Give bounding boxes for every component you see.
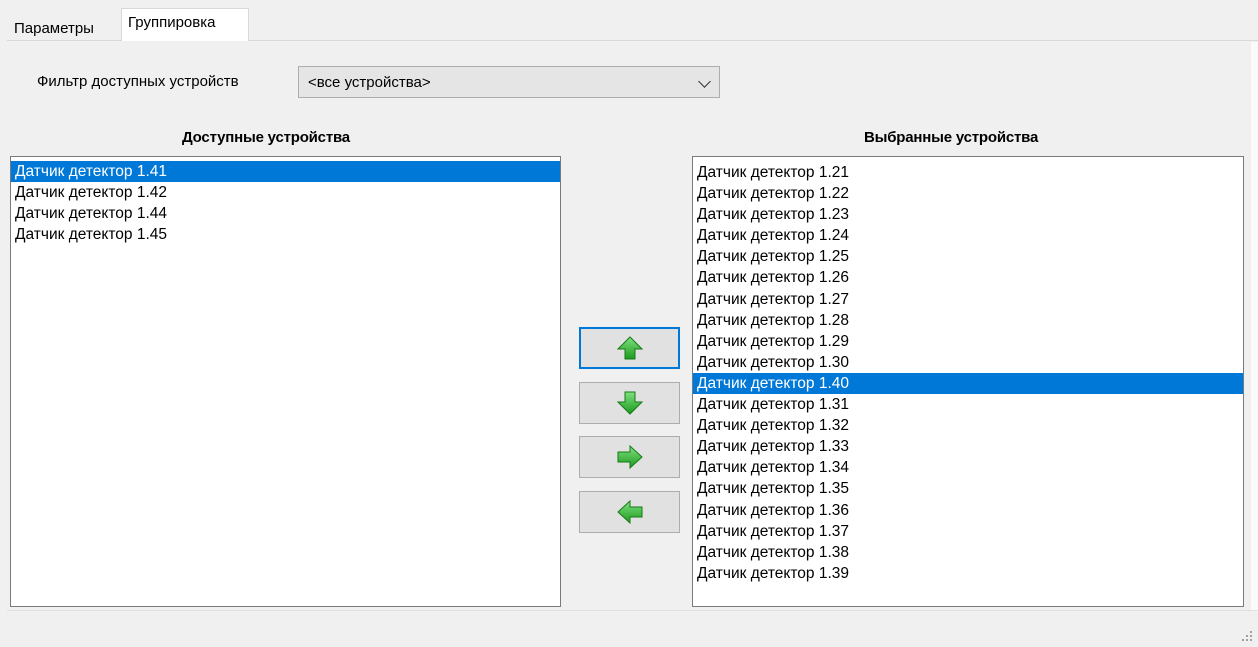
list-item[interactable]: Датчик детектор 1.21	[693, 162, 1243, 183]
arrow-left-icon	[616, 500, 642, 524]
list-item[interactable]: Датчик детектор 1.36	[693, 500, 1243, 521]
list-item[interactable]: Датчик детектор 1.27	[693, 289, 1243, 310]
move-down-button[interactable]	[579, 382, 680, 424]
device-filter-combobox[interactable]: <все устройства>	[298, 66, 720, 98]
list-item[interactable]: Датчик детектор 1.23	[693, 204, 1243, 225]
window-edge	[1251, 42, 1258, 610]
list-item[interactable]: Датчик детектор 1.34	[693, 457, 1243, 478]
list-item[interactable]: Датчик детектор 1.45	[11, 224, 560, 245]
list-item[interactable]: Датчик детектор 1.40	[693, 372, 1243, 395]
move-up-button[interactable]	[579, 327, 680, 369]
list-item[interactable]: Датчик детектор 1.37	[693, 521, 1243, 542]
available-devices-title: Доступные устройства	[182, 129, 350, 146]
list-item[interactable]: Датчик детектор 1.35	[693, 478, 1243, 499]
selected-devices-list[interactable]: Датчик детектор 1.21 Датчик детектор 1.22…	[692, 156, 1244, 607]
list-item[interactable]: Датчик детектор 1.22	[693, 183, 1243, 204]
arrow-down-icon	[616, 391, 643, 415]
list-item[interactable]: Датчик детектор 1.39	[693, 563, 1243, 584]
arrow-right-icon	[617, 445, 643, 469]
filter-label: Фильтр доступных устройств	[37, 73, 239, 90]
list-item[interactable]: Датчик детектор 1.29	[693, 331, 1243, 352]
chevron-down-icon[interactable]	[698, 75, 711, 88]
resize-grip-icon[interactable]	[1240, 629, 1252, 641]
list-item[interactable]: Датчик детектор 1.41	[11, 161, 560, 183]
available-devices-list[interactable]: Датчик детектор 1.41 Датчик детектор 1.42…	[10, 156, 561, 607]
list-item[interactable]: Датчик детектор 1.44	[11, 203, 560, 224]
selected-devices-title: Выбранные устройства	[864, 129, 1039, 146]
list-item[interactable]: Датчик детектор 1.33	[693, 436, 1243, 457]
list-item[interactable]: Датчик детектор 1.38	[693, 542, 1243, 563]
list-item[interactable]: Датчик детектор 1.32	[693, 415, 1243, 436]
tab-parameters[interactable]: Параметры	[7, 14, 119, 40]
list-item[interactable]: Датчик детектор 1.42	[11, 182, 560, 203]
remove-device-button[interactable]	[579, 491, 680, 533]
status-bar	[7, 610, 1258, 647]
add-device-button[interactable]	[579, 436, 680, 478]
list-item[interactable]: Датчик детектор 1.30	[693, 352, 1243, 373]
tab-grouping[interactable]: Группировка	[121, 8, 249, 41]
arrow-up-icon	[616, 336, 643, 360]
list-item[interactable]: Датчик детектор 1.31	[693, 394, 1243, 415]
list-item[interactable]: Датчик детектор 1.28	[693, 310, 1243, 331]
list-item[interactable]: Датчик детектор 1.24	[693, 225, 1243, 246]
list-item[interactable]: Датчик детектор 1.25	[693, 246, 1243, 267]
filter-selected-value: <все устройства>	[308, 74, 431, 91]
tab-strip: Параметры Группировка	[0, 0, 1258, 41]
list-item[interactable]: Датчик детектор 1.26	[693, 267, 1243, 288]
